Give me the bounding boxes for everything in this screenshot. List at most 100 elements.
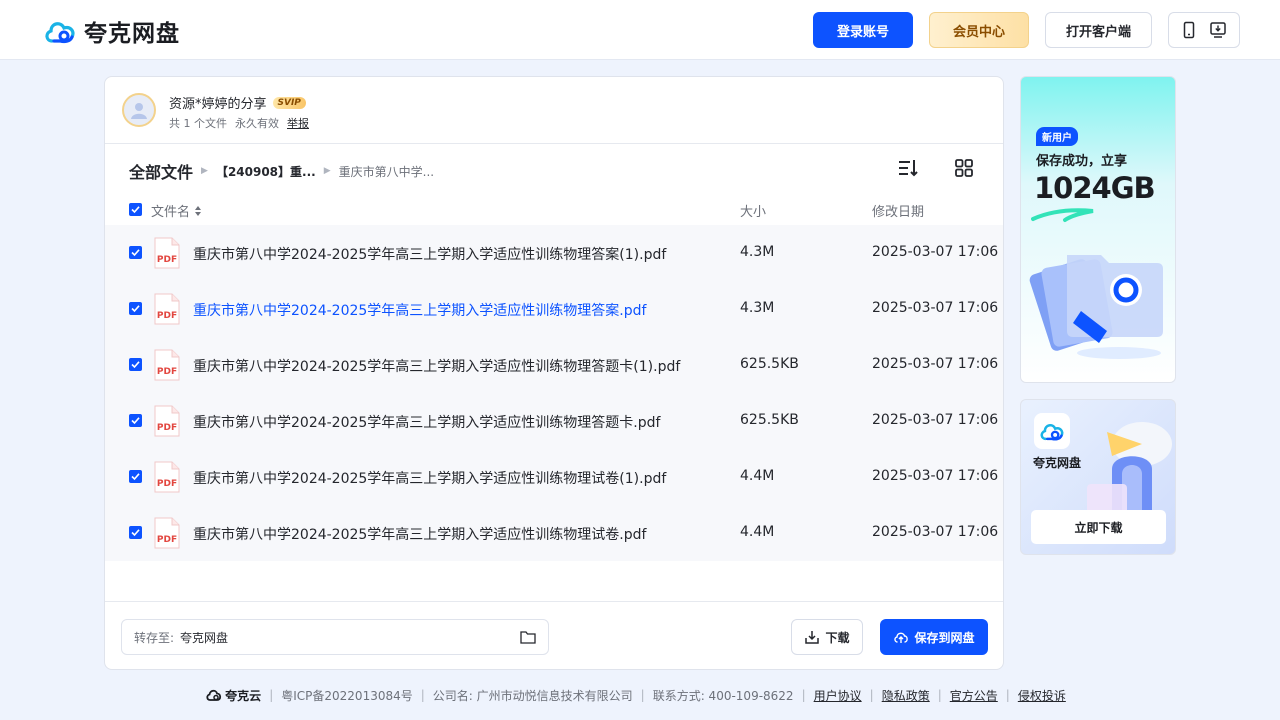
- file-row[interactable]: PDF 重庆市第八中学2024-2025学年高三上学期入学适应性训练物理答案(1…: [105, 225, 1003, 281]
- file-count: 共 1 个文件: [169, 117, 227, 130]
- row-checkbox[interactable]: [129, 246, 142, 259]
- file-row[interactable]: PDF 重庆市第八中学2024-2025学年高三上学期入学适应性训练物理答题卡(…: [105, 337, 1003, 393]
- file-date: 2025-03-07 17:06: [872, 244, 999, 260]
- grid-view-icon[interactable]: [953, 157, 975, 179]
- pdf-icon: PDF: [154, 349, 180, 381]
- download-now-button[interactable]: 立即下载: [1031, 510, 1166, 544]
- sort-icon[interactable]: [897, 157, 919, 179]
- mobile-icon[interactable]: [1181, 21, 1197, 39]
- file-date: 2025-03-07 17:06: [872, 524, 999, 540]
- footer-company: 公司名: 广州市动悦信息技术有限公司: [432, 688, 633, 703]
- promo-banner[interactable]: 新用户 保存成功，立享 1024GB: [1020, 76, 1176, 383]
- share-panel: 资源*婷婷的分享 SVIP 共 1 个文件 永久有效 举报 全部文件 ▶ 【24…: [104, 76, 1004, 670]
- select-all-checkbox[interactable]: [129, 203, 142, 216]
- row-checkbox[interactable]: [129, 358, 142, 371]
- cloud-upload-icon: [894, 632, 909, 643]
- destination-value: 夸克网盘: [180, 630, 229, 645]
- file-date: 2025-03-07 17:06: [872, 300, 999, 316]
- save-destination-field[interactable]: 转存至: 夸克网盘: [121, 619, 549, 655]
- breadcrumb-level2: 重庆市第八中学...: [338, 164, 435, 179]
- file-size: 4.4M: [740, 468, 775, 484]
- check-icon: [131, 417, 140, 425]
- file-size: 625.5KB: [740, 356, 799, 372]
- svip-badge: SVIP: [272, 96, 306, 109]
- share-header: 资源*婷婷的分享 SVIP 共 1 个文件 永久有效 举报: [105, 77, 1003, 144]
- footer-privacy-policy[interactable]: 隐私政策: [874, 687, 938, 704]
- vip-center-button[interactable]: 会员中心: [929, 12, 1029, 48]
- row-checkbox[interactable]: [129, 302, 142, 315]
- file-size: 625.5KB: [740, 412, 799, 428]
- footer-brand: 夸克云: [206, 687, 269, 704]
- share-title: 资源*婷婷的分享 SVIP: [169, 93, 306, 112]
- svg-text:PDF: PDF: [157, 255, 177, 265]
- save-to-drive-button[interactable]: 保存到网盘: [880, 619, 988, 655]
- svg-text:PDF: PDF: [157, 367, 177, 377]
- swoosh-decoration-icon: [1031, 208, 1094, 222]
- app-download-banner[interactable]: 夸克网盘 立即下载: [1020, 399, 1176, 555]
- file-list: PDF 重庆市第八中学2024-2025学年高三上学期入学适应性训练物理答案(1…: [105, 225, 1003, 561]
- column-name[interactable]: 文件名: [151, 201, 202, 220]
- row-checkbox[interactable]: [129, 470, 142, 483]
- file-row[interactable]: PDF 重庆市第八中学2024-2025学年高三上学期入学适应性训练物理试卷(1…: [105, 449, 1003, 505]
- quark-logo[interactable]: 夸克网盘: [44, 14, 180, 48]
- folder-icon[interactable]: [520, 630, 536, 644]
- breadcrumb-separator-icon: ▶: [201, 166, 208, 176]
- file-name[interactable]: 重庆市第八中学2024-2025学年高三上学期入学适应性训练物理试卷(1).pd…: [193, 468, 666, 488]
- footer-contact: 联系方式: 400-109-8622: [652, 688, 794, 703]
- footer-announcement[interactable]: 官方公告: [942, 687, 1006, 704]
- top-bar: 夸克网盘 登录账号 会员中心 打开客户端: [0, 0, 1280, 60]
- file-name[interactable]: 重庆市第八中学2024-2025学年高三上学期入学适应性训练物理答题卡.pdf: [193, 412, 660, 432]
- download-button[interactable]: 下载: [791, 619, 863, 655]
- file-row[interactable]: PDF 重庆市第八中学2024-2025学年高三上学期入学适应性训练物理答题卡.…: [105, 393, 1003, 449]
- file-date: 2025-03-07 17:06: [872, 356, 999, 372]
- promo-capacity: 1024GB: [1034, 171, 1156, 205]
- file-name[interactable]: 重庆市第八中学2024-2025学年高三上学期入学适应性训练物理试卷.pdf: [193, 524, 646, 544]
- save-bar: 转存至: 夸克网盘 下载 保存到网盘: [105, 601, 1003, 669]
- file-name[interactable]: 重庆市第八中学2024-2025学年高三上学期入学适应性训练物理答题卡(1).p…: [193, 356, 680, 376]
- report-link[interactable]: 举报: [287, 115, 309, 131]
- file-name[interactable]: 重庆市第八中学2024-2025学年高三上学期入学适应性训练物理答案(1).pd…: [193, 244, 666, 264]
- svg-text:PDF: PDF: [157, 423, 177, 433]
- footer-user-agreement[interactable]: 用户协议: [806, 687, 870, 704]
- footer-infringement[interactable]: 侵权投诉: [1010, 687, 1074, 704]
- check-icon: [131, 529, 140, 537]
- promo-line: 保存成功，立享: [1036, 154, 1128, 169]
- promo-tag: 新用户: [1036, 127, 1078, 146]
- check-icon: [131, 361, 140, 369]
- pdf-icon: PDF: [154, 293, 180, 325]
- user-icon: [131, 103, 147, 119]
- desktop-download-icon[interactable]: [1209, 21, 1227, 39]
- avatar: [122, 93, 156, 127]
- pdf-icon: PDF: [154, 517, 180, 549]
- column-name-label: 文件名: [151, 205, 191, 220]
- check-icon: [131, 249, 140, 257]
- share-meta: 共 1 个文件 永久有效 举报: [169, 115, 309, 131]
- download-icon: [805, 631, 820, 644]
- device-buttons: [1168, 12, 1240, 48]
- footer-brand-text: 夸克云: [225, 688, 262, 703]
- breadcrumb-level1[interactable]: 【240908】重...: [216, 163, 316, 180]
- file-date: 2025-03-07 17:06: [872, 468, 999, 484]
- svg-text:PDF: PDF: [157, 311, 177, 321]
- column-size: 大小: [740, 205, 767, 220]
- logo-text: 夸克网盘: [84, 21, 180, 47]
- file-name[interactable]: 重庆市第八中学2024-2025学年高三上学期入学适应性训练物理答案.pdf: [193, 300, 646, 320]
- file-size: 4.4M: [740, 524, 775, 540]
- row-checkbox[interactable]: [129, 414, 142, 427]
- breadcrumb-root[interactable]: 全部文件: [129, 159, 193, 183]
- table-header: 文件名 大小 修改日期: [105, 197, 1003, 225]
- validity: 永久有效: [235, 117, 279, 130]
- site-footer: 夸克云 | 粤ICP备2022013084号 | 公司名: 广州市动悦信息技术有…: [0, 684, 1280, 706]
- folder-illustration-icon: [1029, 255, 1163, 359]
- login-button[interactable]: 登录账号: [813, 12, 913, 48]
- file-date: 2025-03-07 17:06: [872, 412, 999, 428]
- row-checkbox[interactable]: [129, 526, 142, 539]
- check-icon: [131, 473, 140, 481]
- file-row[interactable]: PDF 重庆市第八中学2024-2025学年高三上学期入学适应性训练物理答案.p…: [105, 281, 1003, 337]
- cloud-3d-illustration-icon: [1087, 422, 1172, 514]
- share-title-text: 资源*婷婷的分享: [169, 97, 267, 112]
- cloud-logo-icon: [1040, 424, 1064, 441]
- file-row[interactable]: PDF 重庆市第八中学2024-2025学年高三上学期入学适应性训练物理试卷.p…: [105, 505, 1003, 561]
- open-client-button[interactable]: 打开客户端: [1045, 12, 1152, 48]
- download-label: 下载: [825, 630, 850, 645]
